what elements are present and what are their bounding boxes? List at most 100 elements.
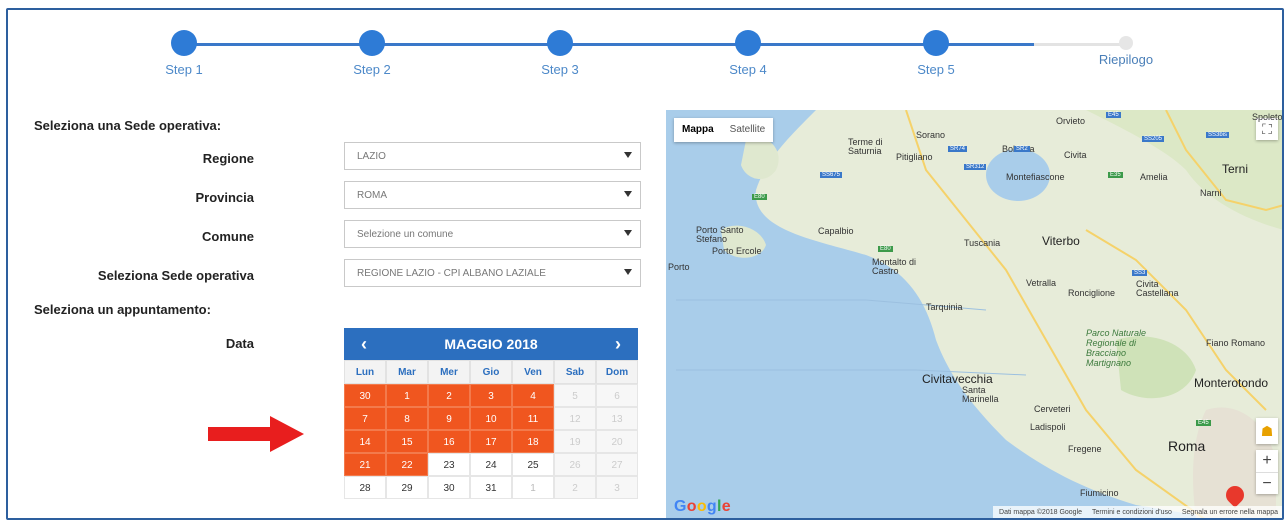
map-place: Cerveteri <box>1034 404 1071 414</box>
map-place: Orvieto <box>1056 116 1086 126</box>
map-place: Montalto di Castro <box>872 257 917 276</box>
calendar-day-available[interactable]: 10 <box>470 407 512 430</box>
step-4[interactable]: Step 4 <box>688 30 808 77</box>
map-place: Civitavecchia <box>922 372 993 386</box>
map-place: Fregene <box>1068 444 1102 454</box>
step-riepilogo[interactable]: Riepilogo <box>1066 30 1186 67</box>
comune-select[interactable]: Selezione un comune <box>344 220 641 248</box>
calendar-day: 20 <box>596 430 638 453</box>
calendar-weekday: Lun <box>344 360 386 384</box>
map-place: Spoleto <box>1252 112 1283 122</box>
data-label: Data <box>225 336 254 351</box>
calendar-grid: Lun Mar Mer Gio Ven Sab Dom 30 1 2 3 4 5 6 7 8 9 10 11 12 13… <box>344 360 638 499</box>
step-label: Step 2 <box>353 62 391 77</box>
map-type-map-button[interactable]: Mappa <box>674 118 722 142</box>
map-type-control: Mappa Satellite <box>674 118 774 142</box>
map-terms-link[interactable]: Termini e condizioni d'uso <box>1092 509 1172 516</box>
calendar-day-available[interactable]: 22 <box>386 453 428 476</box>
map-place: Ladispoli <box>1030 422 1066 432</box>
calendar-day-available[interactable]: 4 <box>512 384 554 407</box>
road-shield: SS675 <box>820 172 843 178</box>
map-place: Montefiascone <box>1006 172 1065 182</box>
map-place: Vetralla <box>1026 278 1057 288</box>
map[interactable]: Mappa Satellite ⛶ Orvieto Sorano Terme d… <box>666 110 1283 518</box>
sede-value: REGIONE LAZIO - CPI ALBANO LAZIALE <box>357 268 546 279</box>
step-dot <box>547 30 573 56</box>
map-place: Ronciglione <box>1068 288 1116 298</box>
calendar-prev-button[interactable]: ‹ <box>350 328 378 360</box>
step-label: Step 3 <box>541 62 579 77</box>
step-dot <box>923 30 949 56</box>
map-place: Tuscania <box>964 238 1001 248</box>
calendar-day-available[interactable]: 30 <box>344 384 386 407</box>
road-shield: SS205 <box>1142 136 1165 142</box>
calendar-day: 31 <box>470 476 512 499</box>
calendar-weekday: Dom <box>596 360 638 384</box>
road-shield: SS3bis <box>1206 132 1230 138</box>
map-place: Porto Santo Stefano <box>696 225 744 244</box>
zoom-control: + − <box>1256 450 1278 494</box>
calendar-day: 1 <box>512 476 554 499</box>
road-shield: SS3 <box>1132 270 1148 276</box>
map-place: Monterotondo <box>1194 376 1269 390</box>
sede-select[interactable]: REGIONE LAZIO - CPI ALBANO LAZIALE <box>344 259 641 287</box>
map-place: Santa Marinella <box>962 385 999 404</box>
provincia-select[interactable]: ROMA <box>344 181 641 209</box>
step-2[interactable]: Step 2 <box>312 30 432 77</box>
map-data-credit: Dati mappa ©2018 Google <box>999 509 1083 516</box>
provincia-value: ROMA <box>357 190 387 201</box>
calendar-day-available[interactable]: 17 <box>470 430 512 453</box>
wizard-frame: Step 1 Step 2 Step 3 Step 4 Step 5 Riepi… <box>6 8 1284 520</box>
chevron-down-icon <box>624 230 632 236</box>
calendar-day-available[interactable]: 8 <box>386 407 428 430</box>
calendar-weekday: Gio <box>470 360 512 384</box>
road-shield: E80 <box>752 194 767 200</box>
map-place: Fiumicino <box>1080 488 1119 498</box>
step-5[interactable]: Step 5 <box>876 30 996 77</box>
calendar-day: 2 <box>554 476 596 499</box>
map-place: Fiano Romano <box>1206 338 1266 348</box>
map-place: Porto Ercole <box>712 246 762 256</box>
step-label: Step 5 <box>917 62 955 77</box>
calendar-day-available[interactable]: 15 <box>386 430 428 453</box>
road-shield: E45 <box>1196 420 1211 426</box>
street-view-pegman-icon[interactable]: ☗ <box>1256 418 1278 444</box>
calendar-day-available[interactable]: 18 <box>512 430 554 453</box>
calendar-day-available[interactable]: 3 <box>470 384 512 407</box>
step-1[interactable]: Step 1 <box>124 30 244 77</box>
road-shield: SR74 <box>948 146 968 152</box>
calendar-day-available[interactable]: 14 <box>344 430 386 453</box>
map-report-link[interactable]: Segnala un errore nella mappa <box>1182 509 1278 516</box>
calendar-day-available[interactable]: 2 <box>428 384 470 407</box>
chevron-down-icon <box>624 191 632 197</box>
chevron-down-icon <box>624 269 632 275</box>
road-shield: E80 <box>878 246 893 252</box>
map-type-satellite-button[interactable]: Satellite <box>722 118 774 142</box>
road-shield: E45 <box>1106 112 1121 118</box>
zoom-out-button[interactable]: − <box>1256 472 1278 494</box>
provincia-label: Provincia <box>195 190 254 205</box>
calendar-day-available[interactable]: 11 <box>512 407 554 430</box>
calendar-weekday: Mer <box>428 360 470 384</box>
step-3[interactable]: Step 3 <box>500 30 620 77</box>
road-shield: SR312 <box>964 164 987 170</box>
google-logo: Google <box>674 498 731 515</box>
step-dot <box>359 30 385 56</box>
regione-select[interactable]: LAZIO <box>344 142 641 170</box>
calendar-day-available[interactable]: 16 <box>428 430 470 453</box>
calendar-day-available[interactable]: 9 <box>428 407 470 430</box>
map-terrain <box>666 110 1282 518</box>
calendar-day-available[interactable]: 21 <box>344 453 386 476</box>
calendar-day: 28 <box>344 476 386 499</box>
calendar-weekday: Ven <box>512 360 554 384</box>
calendar-header: ‹ MAGGIO 2018 › <box>344 328 638 360</box>
calendar-day-available[interactable]: 1 <box>386 384 428 407</box>
calendar-day-available[interactable]: 7 <box>344 407 386 430</box>
calendar-day: 13 <box>596 407 638 430</box>
comune-placeholder: Selezione un comune <box>357 229 454 240</box>
regione-label: Regione <box>202 151 254 166</box>
calendar-next-button[interactable]: › <box>604 328 632 360</box>
zoom-in-button[interactable]: + <box>1256 450 1278 472</box>
map-place: Narni <box>1200 188 1222 198</box>
arrow-right-icon <box>208 416 304 452</box>
